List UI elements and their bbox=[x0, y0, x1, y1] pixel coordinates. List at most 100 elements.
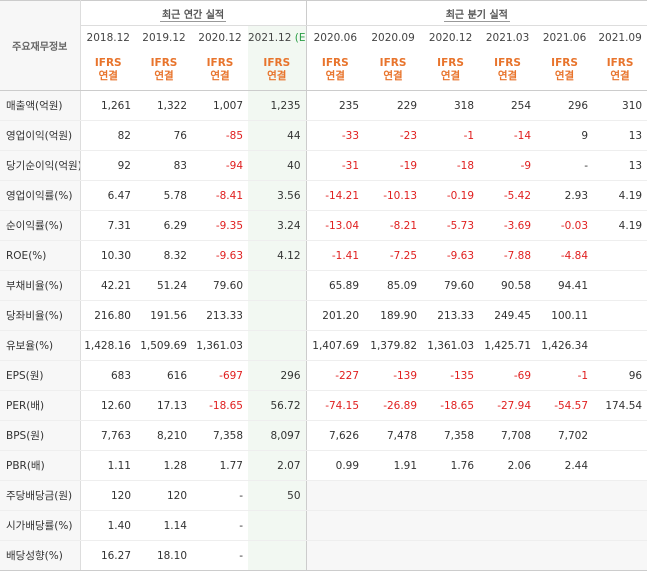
table-cell: 213.33 bbox=[422, 300, 480, 331]
table-cell: 40 bbox=[248, 150, 307, 181]
period-label: 2020.12 bbox=[428, 32, 473, 44]
table-row: PBR(배) 1.11 1.28 1.77 2.07 0.99 1.91 1.76 2.06 2.… bbox=[0, 450, 648, 481]
table-cell: 249.45 bbox=[479, 300, 537, 331]
table-cell: 90.58 bbox=[479, 270, 537, 301]
table-row: 주당배당금(원) 120 120-50 bbox=[0, 480, 648, 511]
table-cell: 85.09 bbox=[364, 270, 423, 301]
table-row: 배당성향(%) 16.27 18.10- bbox=[0, 540, 648, 571]
table-cell: 10.30 bbox=[80, 240, 136, 271]
financial-summary-table: 주요재무정보 최근 연간 실적 최근 분기 실적 2018.12 2019.12 2… bbox=[0, 0, 648, 571]
table-cell: -0.03 bbox=[536, 210, 594, 241]
table-cell: -27.94 bbox=[479, 390, 537, 421]
ifrs-badge: IFRS 연결 bbox=[479, 50, 537, 91]
ifrs-badge: IFRS 연결 bbox=[248, 50, 307, 91]
table-cell: 79.60 bbox=[422, 270, 480, 301]
table-cell bbox=[364, 480, 423, 511]
table-cell: -23 bbox=[364, 120, 423, 151]
row-label: 유보율(%) bbox=[0, 330, 81, 361]
table-cell: 1,428.16 bbox=[80, 330, 136, 361]
table-cell: -9 bbox=[479, 150, 537, 181]
table-row: BPS(원) 7,763 8,210 7,358 8,097 7,626 7,478 7,35… bbox=[0, 420, 648, 451]
table-cell: -31 bbox=[305, 150, 365, 181]
consolidated-label: 연결 bbox=[210, 70, 230, 82]
table-cell: 13 bbox=[593, 150, 648, 181]
table-cell: -8.41 bbox=[192, 180, 248, 211]
ifrs-label: IFRS bbox=[494, 57, 521, 69]
ifrs-label: IFRS bbox=[94, 57, 122, 69]
table-cell bbox=[593, 240, 648, 271]
table-cell: 7,626 bbox=[305, 420, 365, 451]
table-cell bbox=[422, 540, 480, 571]
ifrs-badge: IFRS 연결 bbox=[305, 50, 365, 91]
period-header: 2020.12 bbox=[192, 26, 248, 51]
table-cell: -139 bbox=[364, 360, 423, 391]
ifrs-label: IFRS bbox=[263, 57, 291, 69]
table-cell: 296 bbox=[248, 360, 307, 391]
table-cell: 1,426.34 bbox=[536, 330, 594, 361]
table-cell: 12.60 bbox=[80, 390, 136, 421]
consolidated-label: 연결 bbox=[98, 70, 118, 82]
table-cell: 1,322 bbox=[136, 90, 192, 121]
table-cell: -135 bbox=[422, 360, 480, 391]
table-cell: 120 bbox=[136, 480, 192, 511]
table-cell bbox=[305, 540, 365, 571]
table-cell: 8,097 bbox=[248, 420, 307, 451]
table-cell: 1.76 bbox=[422, 450, 480, 481]
table-cell: 76 bbox=[136, 120, 192, 151]
table-cell: -3.69 bbox=[479, 210, 537, 241]
table-cell: 16.27 bbox=[80, 540, 136, 571]
table-cell: 83 bbox=[136, 150, 192, 181]
table-cell: 683 bbox=[80, 360, 136, 391]
table-cell bbox=[248, 330, 307, 361]
table-cell: 7,702 bbox=[536, 420, 594, 451]
table-cell: 17.13 bbox=[136, 390, 192, 421]
table-cell: 4.19 bbox=[593, 180, 648, 211]
consolidated-label: 연결 bbox=[383, 70, 403, 82]
table-cell: 51.24 bbox=[136, 270, 192, 301]
table-cell: -14.21 bbox=[305, 180, 365, 211]
period-label: 2020.12 bbox=[198, 32, 242, 44]
table-cell: -5.42 bbox=[479, 180, 537, 211]
consolidated-label: 연결 bbox=[554, 70, 575, 82]
row-label: BPS(원) bbox=[0, 420, 81, 451]
row-label: EPS(원) bbox=[0, 360, 81, 391]
table-row: 유보율(%) 1,428.16 1,509.69 1,361.03 1,407.69 1,… bbox=[0, 330, 648, 361]
table-cell: 174.54 bbox=[593, 390, 648, 421]
table-cell: 616 bbox=[136, 360, 192, 391]
consolidated-label: 연결 bbox=[610, 70, 630, 82]
table-cell: 65.89 bbox=[305, 270, 365, 301]
table-cell: 1,007 bbox=[192, 90, 248, 121]
quarter-group-header: 최근 분기 실적 bbox=[305, 0, 648, 26]
table-cell: 2.06 bbox=[479, 450, 537, 481]
table-cell: -19 bbox=[364, 150, 423, 181]
table-cell: 1,361.03 bbox=[192, 330, 248, 361]
annual-group-header: 최근 연간 실적 bbox=[80, 0, 307, 26]
table-cell: -1.41 bbox=[305, 240, 365, 271]
table-cell: -14 bbox=[479, 120, 537, 151]
table-cell: 235 bbox=[305, 90, 365, 121]
table-cell bbox=[248, 270, 307, 301]
period-header: 2020.09 bbox=[364, 26, 422, 51]
ifrs-badge: IFRS 연결 bbox=[364, 50, 423, 91]
table-cell bbox=[536, 480, 594, 511]
table-cell bbox=[536, 540, 594, 571]
table-cell: -18.65 bbox=[192, 390, 248, 421]
ifrs-label: IFRS bbox=[379, 57, 407, 69]
consolidated-label: 연결 bbox=[267, 70, 287, 82]
table-cell: 6.29 bbox=[136, 210, 192, 241]
period-label: 2021.12 bbox=[248, 32, 292, 44]
table-cell: -697 bbox=[192, 360, 248, 391]
table-cell: 216.80 bbox=[80, 300, 136, 331]
table-cell bbox=[422, 510, 480, 541]
table-cell bbox=[479, 480, 537, 511]
table-row: ROE(%) 10.30 8.32 -9.63 4.12 -1.41 -7.25 -9.63-… bbox=[0, 240, 648, 271]
period-header: 2021.03 bbox=[479, 26, 536, 51]
table-cell: 18.10 bbox=[136, 540, 192, 571]
ifrs-badge: IFRS 연결 bbox=[80, 50, 136, 91]
table-cell bbox=[479, 540, 537, 571]
table-cell: 42.21 bbox=[80, 270, 136, 301]
table-cell bbox=[593, 450, 648, 481]
table-cell: 1,407.69 bbox=[305, 330, 365, 361]
ifrs-label: IFRS bbox=[206, 57, 234, 69]
table-cell: 9 bbox=[536, 120, 594, 151]
